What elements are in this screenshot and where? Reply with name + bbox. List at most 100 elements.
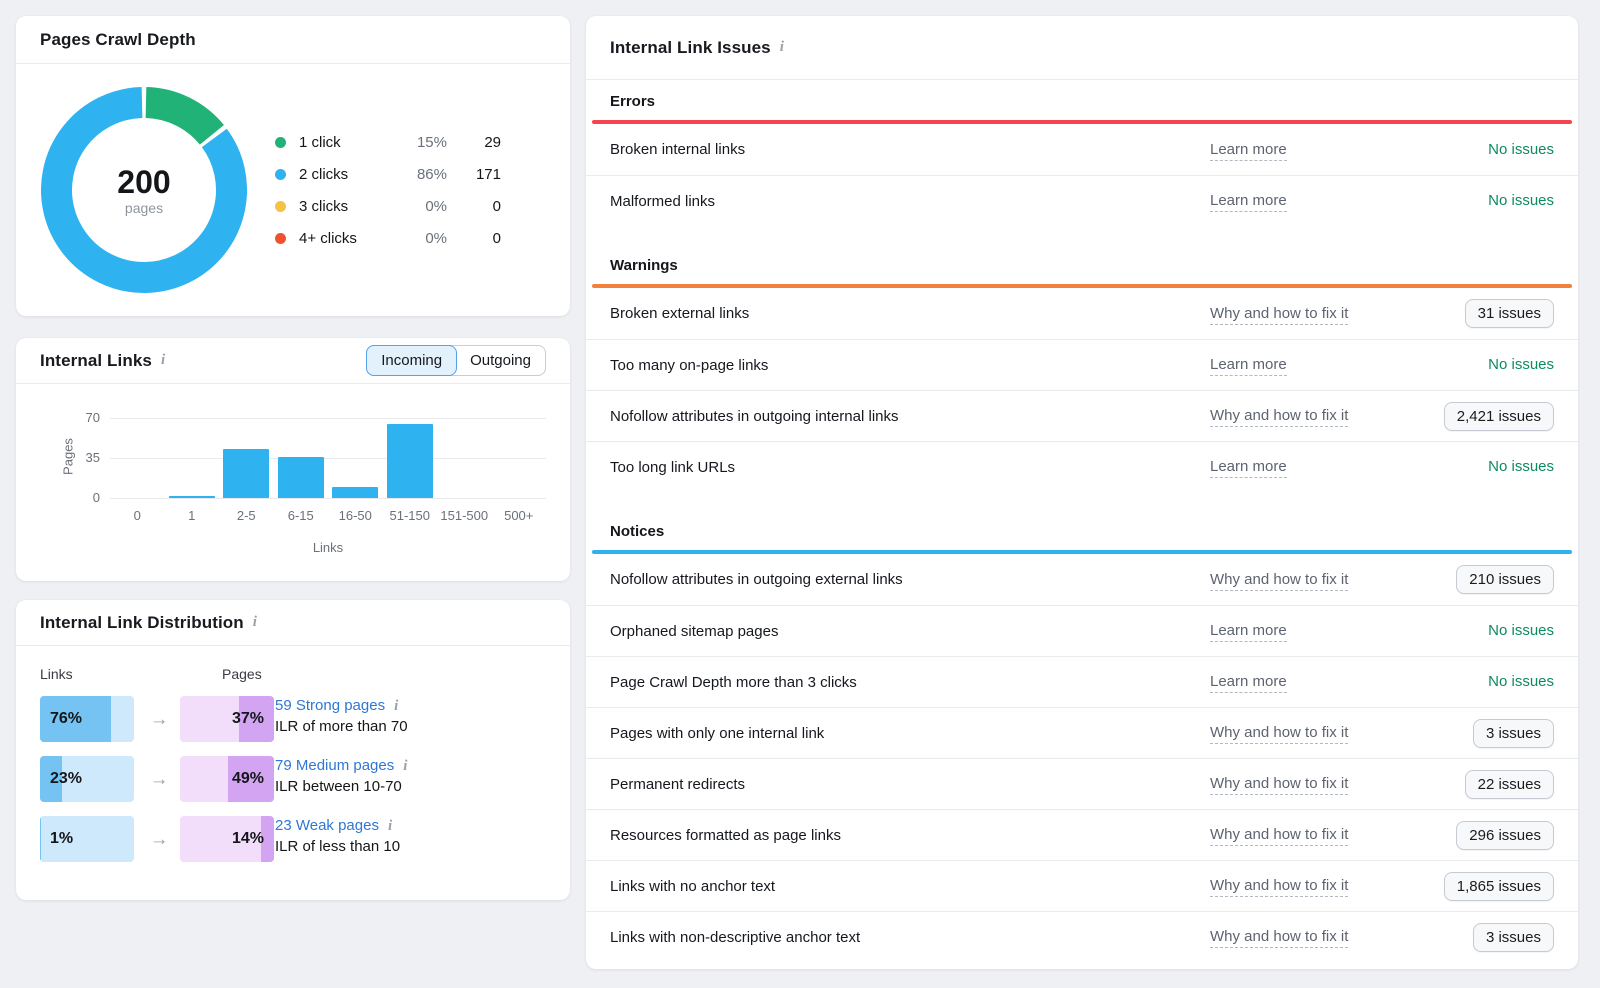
why-how-to-fix-link[interactable]: Why and how to fix it xyxy=(1210,928,1348,948)
internal-links-title: Internal Links xyxy=(40,351,152,371)
links-percent-label: 23% xyxy=(40,756,134,802)
crawl-depth-donut-chart: 200 pages xyxy=(41,87,247,293)
internal-link-issues-header: Internal Link Issues i xyxy=(586,16,1578,80)
info-icon[interactable]: i xyxy=(403,758,407,774)
issue-label: Resources formatted as page links xyxy=(610,827,1210,844)
issue-label: Malformed links xyxy=(610,193,1210,210)
legend-label: 2 clicks xyxy=(299,166,395,183)
issue-link-column: Why and how to fix it xyxy=(1210,826,1422,844)
x-tick-label: 1 xyxy=(165,508,220,523)
issue-status-column: 210 issues xyxy=(1422,565,1554,594)
section-label: Errors xyxy=(586,80,1578,120)
issues-count-badge[interactable]: 3 issues xyxy=(1473,923,1554,952)
internal-link-issues-title: Internal Link Issues xyxy=(610,38,771,58)
issues-count-badge[interactable]: 296 issues xyxy=(1456,821,1554,850)
issue-label: Page Crawl Depth more than 3 clicks xyxy=(610,674,1210,691)
learn-more-link[interactable]: Learn more xyxy=(1210,356,1287,376)
why-how-to-fix-link[interactable]: Why and how to fix it xyxy=(1210,826,1348,846)
legend-percent: 15% xyxy=(395,134,447,151)
info-icon[interactable]: i xyxy=(253,614,257,631)
pages-crawl-depth-card: Pages Crawl Depth 200 pages 1 click15%29… xyxy=(16,16,570,316)
learn-more-link[interactable]: Learn more xyxy=(1210,673,1287,693)
info-icon[interactable]: i xyxy=(388,818,392,834)
issue-label: Too many on-page links xyxy=(610,357,1210,374)
toggle-outgoing[interactable]: Outgoing xyxy=(456,346,545,375)
pages-percent-label: 37% xyxy=(180,696,274,742)
legend-percent: 0% xyxy=(395,230,447,247)
legend-item: 3 clicks0%0 xyxy=(275,190,501,222)
x-tick-label: 151-500 xyxy=(437,508,492,523)
ilr-description: ILR between 10-70 xyxy=(275,778,565,795)
issues-count-badge[interactable]: 1,865 issues xyxy=(1444,872,1554,901)
issue-label: Nofollow attributes in outgoing external… xyxy=(610,571,1210,588)
issue-status-column: No issues xyxy=(1422,192,1554,210)
pages-ratio-bar: 37% xyxy=(180,696,274,742)
bar-16-50[interactable] xyxy=(332,487,378,498)
info-icon[interactable]: i xyxy=(394,698,398,714)
incoming-outgoing-toggle: Incoming Outgoing xyxy=(366,345,546,376)
issue-row: Permanent redirectsWhy and how to fix it… xyxy=(586,758,1578,809)
arrow-right-icon: → xyxy=(144,709,174,731)
bar-1[interactable] xyxy=(169,496,215,498)
issue-label: Links with no anchor text xyxy=(610,878,1210,895)
pages-group-link[interactable]: 79 Medium pages xyxy=(275,757,394,774)
no-issues-text: No issues xyxy=(1488,622,1554,639)
links-percent-label: 76% xyxy=(40,696,134,742)
why-how-to-fix-link[interactable]: Why and how to fix it xyxy=(1210,724,1348,744)
distribution-link-line: 79 Medium pages i xyxy=(275,757,565,775)
pages-group-link[interactable]: 23 Weak pages xyxy=(275,817,379,834)
x-tick-label: 0 xyxy=(110,508,165,523)
distribution-link-line: 23 Weak pages i xyxy=(275,817,565,835)
issues-count-badge[interactable]: 22 issues xyxy=(1465,770,1554,799)
internal-link-distribution-header: Internal Link Distribution i xyxy=(16,600,570,646)
why-how-to-fix-link[interactable]: Why and how to fix it xyxy=(1210,775,1348,795)
issues-count-badge[interactable]: 31 issues xyxy=(1465,299,1554,328)
why-how-to-fix-link[interactable]: Why and how to fix it xyxy=(1210,305,1348,325)
issue-label: Broken external links xyxy=(610,305,1210,322)
legend-percent: 0% xyxy=(395,198,447,215)
section-label: Notices xyxy=(586,510,1578,550)
pages-ratio-bar: 49% xyxy=(180,756,274,802)
issue-row: Too many on-page linksLearn moreNo issue… xyxy=(586,339,1578,390)
issues-count-badge[interactable]: 210 issues xyxy=(1456,565,1554,594)
pages-group-link[interactable]: 59 Strong pages xyxy=(275,697,385,714)
issue-link-column: Why and how to fix it xyxy=(1210,928,1422,946)
bar-6-15[interactable] xyxy=(278,457,324,498)
donut-slice-1-click[interactable] xyxy=(146,103,212,135)
pages-column-header: Pages xyxy=(222,666,262,682)
issues-section-errors: ErrorsBroken internal linksLearn moreNo … xyxy=(586,80,1578,226)
learn-more-link[interactable]: Learn more xyxy=(1210,141,1287,161)
why-how-to-fix-link[interactable]: Why and how to fix it xyxy=(1210,407,1348,427)
issue-row: Broken internal linksLearn moreNo issues xyxy=(586,124,1578,175)
section-label: Warnings xyxy=(586,244,1578,284)
learn-more-link[interactable]: Learn more xyxy=(1210,458,1287,478)
issue-status-column: 3 issues xyxy=(1422,923,1554,952)
toggle-incoming[interactable]: Incoming xyxy=(366,345,457,376)
issue-row: Links with non-descriptive anchor textWh… xyxy=(586,911,1578,962)
links-column-header: Links xyxy=(40,666,73,682)
x-tick-label: 51-150 xyxy=(383,508,438,523)
x-tick-label: 500+ xyxy=(492,508,547,523)
learn-more-link[interactable]: Learn more xyxy=(1210,192,1287,212)
gridline xyxy=(110,458,546,459)
why-how-to-fix-link[interactable]: Why and how to fix it xyxy=(1210,877,1348,897)
crawl-depth-legend: 1 click15%292 clicks86%1713 clicks0%04+ … xyxy=(275,126,501,254)
issue-row: Nofollow attributes in outgoing external… xyxy=(586,554,1578,605)
bar-51-150[interactable] xyxy=(387,424,433,498)
issues-count-badge[interactable]: 3 issues xyxy=(1473,719,1554,748)
pages-ratio-bar: 14% xyxy=(180,816,274,862)
info-icon[interactable]: i xyxy=(161,352,165,369)
y-tick-label: 70 xyxy=(56,410,100,425)
info-icon[interactable]: i xyxy=(780,39,784,56)
distribution-link-line: 59 Strong pages i xyxy=(275,697,565,715)
why-how-to-fix-link[interactable]: Why and how to fix it xyxy=(1210,571,1348,591)
internal-link-distribution-title: Internal Link Distribution xyxy=(40,613,244,633)
learn-more-link[interactable]: Learn more xyxy=(1210,622,1287,642)
issues-count-badge[interactable]: 2,421 issues xyxy=(1444,402,1554,431)
pages-percent-label: 49% xyxy=(180,756,274,802)
issue-label: Pages with only one internal link xyxy=(610,725,1210,742)
issue-row: Page Crawl Depth more than 3 clicksLearn… xyxy=(586,656,1578,707)
issues-section-notices: Notices Nofollow attributes in outgoing e… xyxy=(586,510,1578,962)
legend-count: 0 xyxy=(447,198,501,215)
bar-2-5[interactable] xyxy=(223,449,269,498)
